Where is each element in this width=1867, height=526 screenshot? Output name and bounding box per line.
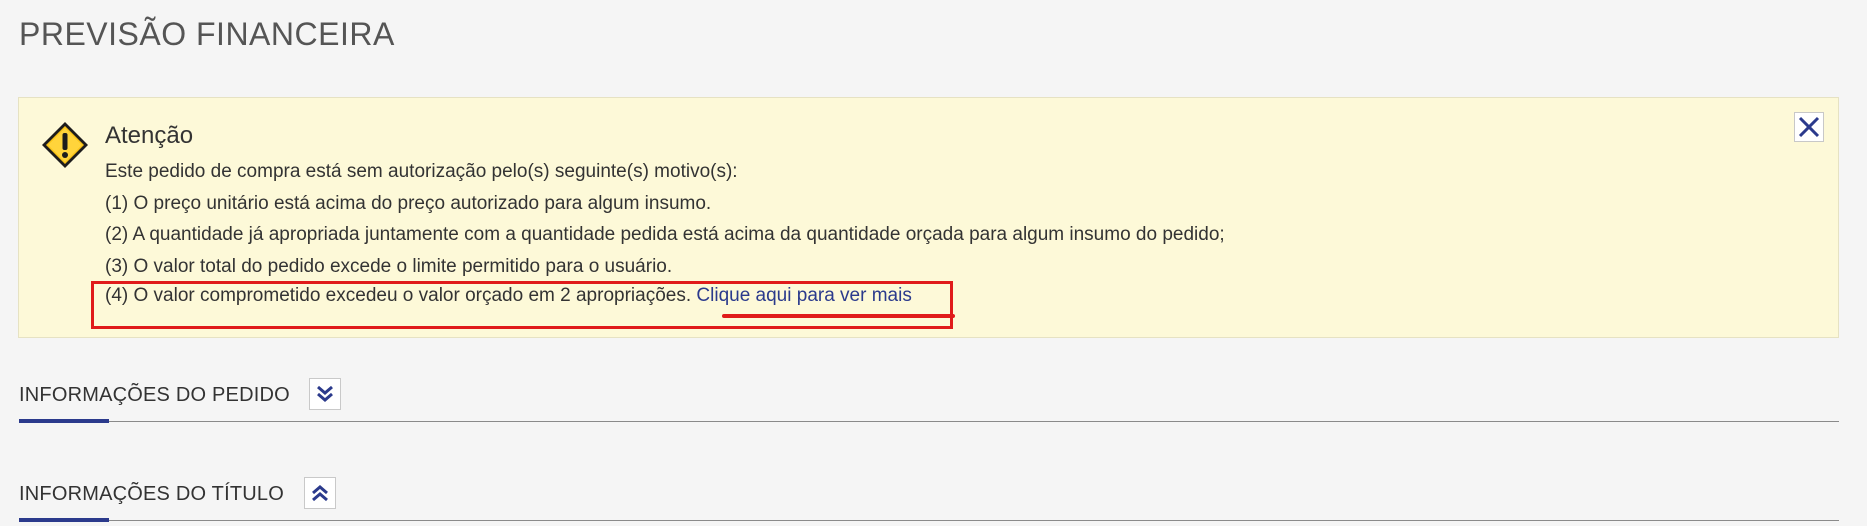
highlight-annotation-box — [91, 281, 953, 329]
section-header: INFORMAÇÕES DO PEDIDO — [19, 374, 1839, 414]
chevron-double-up-icon — [305, 478, 335, 508]
section-header: INFORMAÇÕES DO TÍTULO — [19, 473, 1839, 513]
alert-reason-2: (2) A quantidade já apropriada juntament… — [105, 224, 1225, 245]
alert-message: Este pedido de compra está sem autorizaç… — [105, 160, 1225, 286]
section-accent-bar — [19, 419, 109, 423]
alert-reason-1: (1) O preço unitário está acima do preço… — [105, 192, 712, 214]
chevron-double-down-icon — [310, 379, 340, 409]
collapse-toggle-button[interactable] — [304, 477, 336, 509]
section-divider — [19, 421, 1839, 422]
section-divider — [19, 520, 1839, 521]
alert-intro: Este pedido de compra está sem autorizaç… — [105, 161, 738, 182]
page-title: PREVISÃO FINANCEIRA — [19, 16, 395, 52]
section-title: INFORMAÇÕES DO TÍTULO — [19, 483, 284, 505]
alert-title: Atenção — [105, 122, 194, 149]
section-order-info: INFORMAÇÕES DO PEDIDO — [19, 374, 1839, 423]
warning-icon — [40, 120, 90, 170]
section-title-info: INFORMAÇÕES DO TÍTULO — [19, 473, 1839, 522]
section-accent-bar — [19, 518, 109, 522]
expand-toggle-button[interactable] — [309, 378, 341, 410]
highlight-annotation-underline — [722, 314, 955, 318]
close-button[interactable] — [1794, 112, 1824, 142]
attention-alert: Atenção Este pedido de compra está sem a… — [18, 97, 1839, 338]
section-title: INFORMAÇÕES DO PEDIDO — [19, 384, 290, 406]
close-icon — [1795, 113, 1823, 141]
